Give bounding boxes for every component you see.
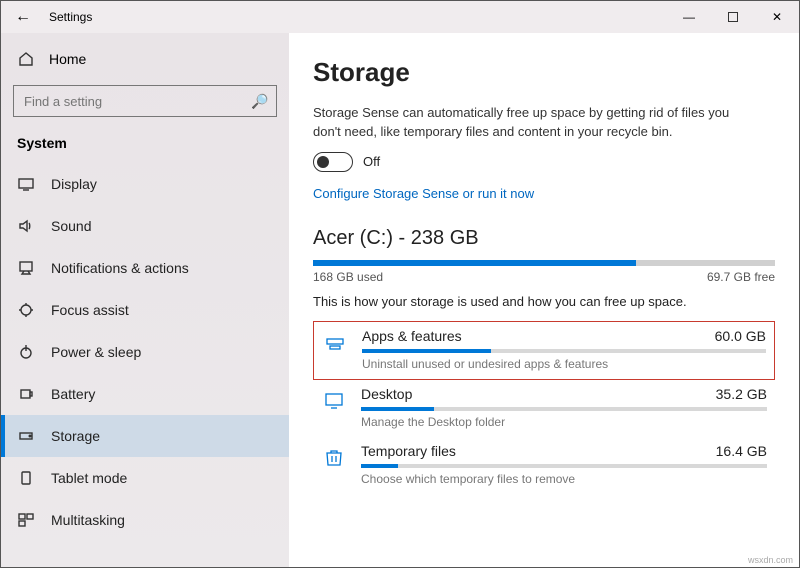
toggle-label: Off: [363, 154, 380, 169]
storage-sense-toggle[interactable]: [313, 152, 353, 172]
nav-icon: [17, 386, 35, 402]
category-name: Apps & features: [362, 328, 462, 344]
page-heading: Storage: [313, 57, 775, 88]
category-desktop[interactable]: Desktop 35.2 GB Manage the Desktop folder: [313, 380, 775, 437]
main-content: Storage Storage Sense can automatically …: [289, 33, 799, 567]
category-icon: [321, 386, 347, 429]
category-bar: [361, 407, 767, 411]
nav-label: Power & sleep: [51, 344, 141, 360]
nav-label: Storage: [51, 428, 100, 444]
category-name: Desktop: [361, 386, 412, 402]
category-hint: Uninstall unused or undesired apps & fea…: [362, 357, 766, 371]
watermark: wsxdn.com: [748, 555, 793, 565]
category-bar: [361, 464, 767, 468]
active-indicator: [1, 415, 5, 457]
nav-item-focus-assist[interactable]: Focus assist: [1, 289, 289, 331]
title-bar: ← Settings — ✕: [1, 1, 799, 33]
category-hint: Manage the Desktop folder: [361, 415, 767, 429]
nav-icon: [17, 302, 35, 318]
nav-item-tablet-mode[interactable]: Tablet mode: [1, 457, 289, 499]
nav-icon: [17, 428, 35, 444]
category-name: Temporary files: [361, 443, 456, 459]
usage-description: This is how your storage is used and how…: [313, 294, 775, 309]
search-input[interactable]: 🔍: [13, 85, 277, 117]
nav-label: Notifications & actions: [51, 260, 189, 276]
nav-item-notifications-actions[interactable]: Notifications & actions: [1, 247, 289, 289]
search-field[interactable]: [22, 93, 251, 110]
search-icon: 🔍: [251, 93, 268, 110]
nav-label: Battery: [51, 386, 95, 402]
category-icon: [322, 328, 348, 371]
sidebar: Home 🔍 System Display Sound Notifications …: [1, 33, 289, 567]
nav-icon: [17, 218, 35, 234]
category-size: 35.2 GB: [716, 386, 767, 402]
category-hint: Choose which temporary files to remove: [361, 472, 767, 486]
category-apps-features[interactable]: Apps & features 60.0 GB Uninstall unused o…: [313, 321, 775, 380]
back-button[interactable]: ←: [1, 8, 45, 26]
category-size: 60.0 GB: [715, 328, 766, 344]
nav-icon: [17, 512, 35, 528]
nav-label: Display: [51, 176, 97, 192]
nav-item-storage[interactable]: Storage: [1, 415, 289, 457]
drive-title: Acer (C:) - 238 GB: [313, 227, 775, 250]
minimize-button[interactable]: —: [667, 1, 711, 33]
free-label: 69.7 GB free: [707, 270, 775, 284]
nav-group-label: System: [1, 131, 289, 163]
nav-label: Tablet mode: [51, 470, 127, 486]
home-label: Home: [49, 51, 86, 67]
used-label: 168 GB used: [313, 270, 383, 284]
category-temporary-files[interactable]: Temporary files 16.4 GB Choose which tempo…: [313, 437, 775, 494]
nav-icon: [17, 260, 35, 276]
home-icon: [17, 51, 35, 67]
home-nav[interactable]: Home: [1, 41, 289, 77]
category-size: 16.4 GB: [716, 443, 767, 459]
category-list: Apps & features 60.0 GB Uninstall unused o…: [313, 321, 775, 494]
nav-item-sound[interactable]: Sound: [1, 205, 289, 247]
nav-item-multitasking[interactable]: Multitasking: [1, 499, 289, 541]
nav-item-battery[interactable]: Battery: [1, 373, 289, 415]
configure-link[interactable]: Configure Storage Sense or run it now: [313, 186, 775, 201]
nav-icon: [17, 344, 35, 360]
nav-label: Focus assist: [51, 302, 129, 318]
close-button[interactable]: ✕: [755, 1, 799, 33]
maximize-button[interactable]: [711, 1, 755, 33]
nav-label: Sound: [51, 218, 91, 234]
category-icon: [321, 443, 347, 486]
storage-sense-description: Storage Sense can automatically free up …: [313, 104, 743, 142]
window-title: Settings: [45, 10, 92, 24]
nav-item-power-sleep[interactable]: Power & sleep: [1, 331, 289, 373]
nav-list[interactable]: Display Sound Notifications & actions Focus…: [1, 163, 289, 567]
drive-usage-bar: [313, 260, 775, 266]
category-bar: [362, 349, 766, 353]
nav-icon: [17, 470, 35, 486]
nav-icon: [17, 176, 35, 192]
nav-label: Multitasking: [51, 512, 125, 528]
nav-item-display[interactable]: Display: [1, 163, 289, 205]
